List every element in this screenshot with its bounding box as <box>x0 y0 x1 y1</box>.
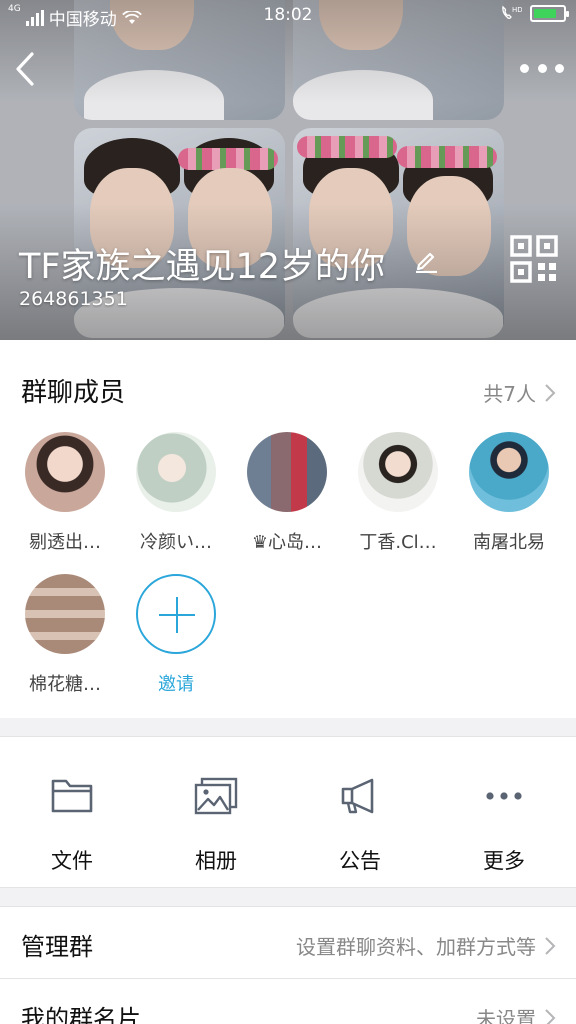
group-id: 264861351 <box>19 288 128 310</box>
qr-code-icon[interactable] <box>510 235 558 283</box>
tool-label: 公告 <box>339 849 381 873</box>
megaphone-icon <box>341 778 374 814</box>
chevron-right-icon <box>545 936 556 955</box>
avatar <box>25 574 105 654</box>
more-options-button[interactable] <box>520 55 564 81</box>
svg-text:HD: HD <box>512 6 522 14</box>
plus-icon <box>136 574 216 654</box>
manage-group-value: 设置群聊资料、加群方式等 <box>296 935 536 959</box>
tool-label: 相册 <box>195 849 237 873</box>
tool-label: 文件 <box>51 849 93 873</box>
album-icon <box>194 777 238 815</box>
member-name: ♛心岛… <box>251 532 323 553</box>
member-item[interactable]: 剔透出… <box>15 432 115 554</box>
member-name: 剔透出… <box>29 532 101 553</box>
group-name: TF家族之遇见12岁的你 <box>19 247 386 287</box>
chevron-right-icon <box>545 1008 556 1024</box>
chevron-right-icon <box>545 383 556 402</box>
member-name: 棉花糖… <box>29 674 101 695</box>
my-group-card-value: 未设置 <box>476 1007 536 1024</box>
avatar <box>358 432 438 512</box>
status-bar: 4G 中国移动 18:02 HD <box>0 0 576 32</box>
avatar <box>247 432 327 512</box>
member-item[interactable]: 南屠北易 <box>459 432 559 554</box>
avatar <box>469 432 549 512</box>
edit-pencil-icon[interactable] <box>413 247 439 273</box>
tool-label: 更多 <box>483 849 525 873</box>
member-item[interactable]: ♛心岛… <box>237 432 337 554</box>
member-item[interactable]: 冷颜い… <box>126 432 226 554</box>
clock: 18:02 <box>263 5 313 25</box>
manage-group-row[interactable]: 管理群 设置群聊资料、加群方式等 <box>0 906 576 978</box>
tool-announcement[interactable]: 公告 <box>288 737 432 889</box>
avatar <box>136 432 216 512</box>
member-count: 共7人 <box>483 382 536 406</box>
tools-section: 文件 相册 公告 更多 <box>0 736 576 888</box>
member-name: 丁香.Cl… <box>359 532 437 553</box>
member-item[interactable]: 棉花糖… <box>15 574 115 696</box>
manage-group-label: 管理群 <box>21 933 93 961</box>
members-section: 群聊成员 共7人 剔透出… 冷颜い… ♛心岛… 丁香.Cl… 南屠北易 棉花糖…… <box>0 340 576 718</box>
back-button[interactable] <box>10 46 50 92</box>
tool-files[interactable]: 文件 <box>0 737 144 889</box>
member-item[interactable]: 丁香.Cl… <box>348 432 448 554</box>
member-name: 南屠北易 <box>473 532 545 553</box>
my-group-card-row[interactable]: 我的群名片 未设置 <box>0 979 576 1024</box>
tool-more[interactable]: 更多 <box>432 737 576 889</box>
my-group-card-label: 我的群名片 <box>21 1005 141 1024</box>
battery-icon <box>530 4 569 22</box>
member-count-link[interactable]: 共7人 <box>483 378 556 407</box>
invite-label: 邀请 <box>158 674 194 695</box>
folder-icon <box>51 779 93 813</box>
tool-album[interactable]: 相册 <box>144 737 288 889</box>
avatar <box>25 432 105 512</box>
invite-button[interactable]: 邀请 <box>126 574 226 696</box>
members-title: 群聊成员 <box>21 378 126 408</box>
more-dots-icon <box>486 792 522 800</box>
call-hd-icon: HD <box>502 5 522 19</box>
member-name: 冷颜い… <box>140 532 212 553</box>
